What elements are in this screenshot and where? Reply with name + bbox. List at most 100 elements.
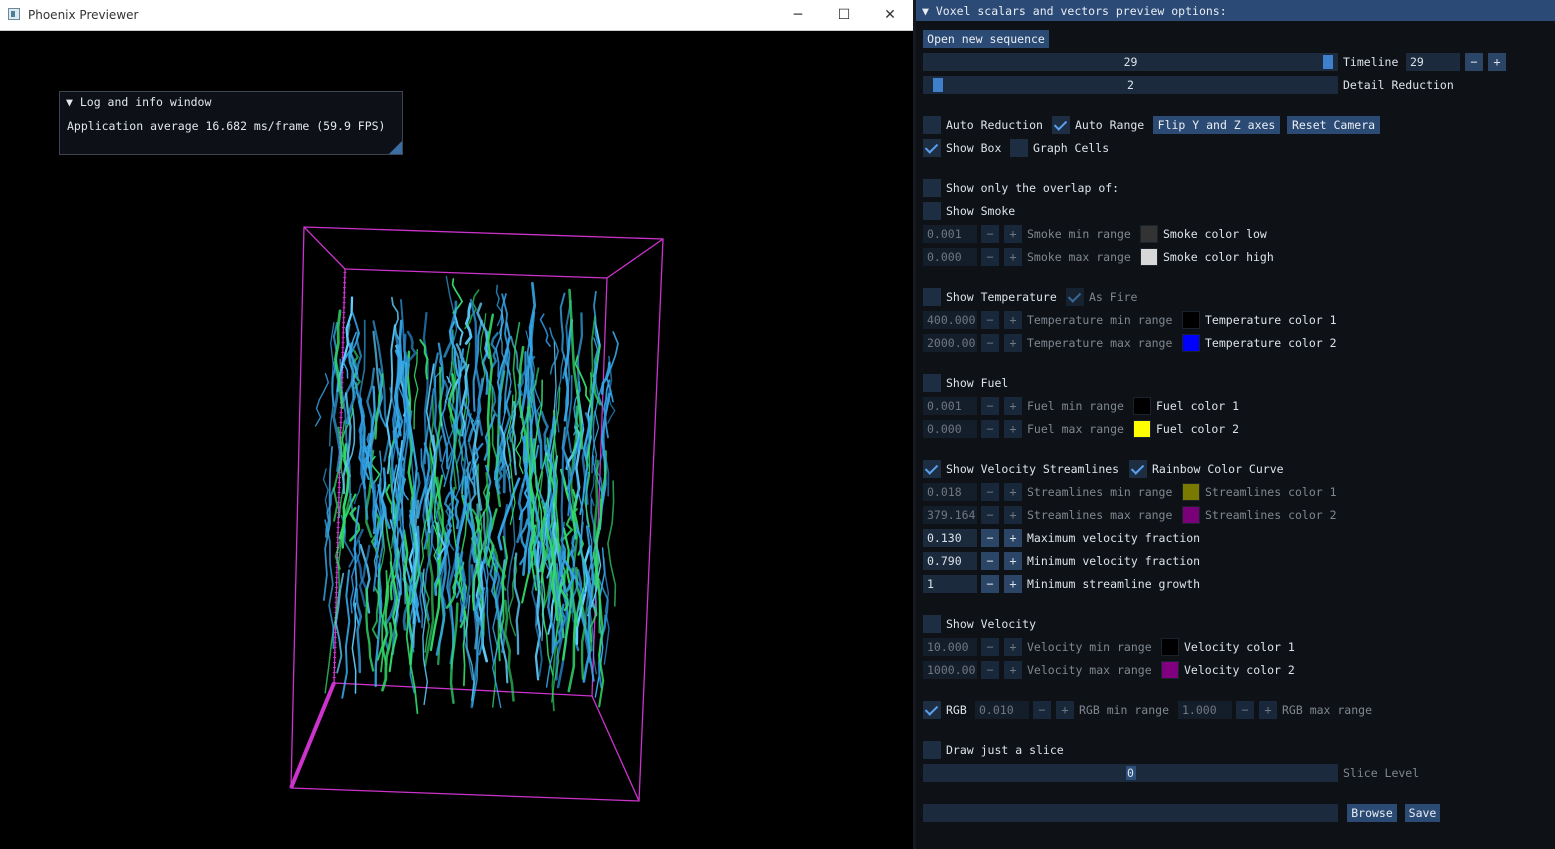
temperature-color-1-swatch[interactable] bbox=[1182, 311, 1200, 329]
velocity-min-increment[interactable]: + bbox=[1004, 638, 1022, 656]
min-streamline-growth-increment[interactable]: + bbox=[1004, 575, 1022, 593]
show-box-checkbox[interactable] bbox=[923, 139, 941, 157]
open-sequence-button[interactable]: Open new sequence bbox=[923, 30, 1049, 48]
maximize-button[interactable]: ☐ bbox=[821, 0, 867, 30]
max-velocity-fraction-increment[interactable]: + bbox=[1004, 529, 1022, 547]
smoke-min-input[interactable]: 0.001 bbox=[923, 225, 977, 243]
log-info-window[interactable]: ▼ Log and info window Application averag… bbox=[59, 91, 403, 155]
fuel-max-input[interactable]: 0.000 bbox=[923, 420, 977, 438]
smoke-max-decrement[interactable]: − bbox=[981, 248, 999, 266]
draw-slice-checkbox[interactable] bbox=[923, 741, 941, 759]
streamlines-color-1-label: Streamlines color 1 bbox=[1205, 485, 1337, 499]
temperature-color-2-swatch[interactable] bbox=[1182, 334, 1200, 352]
temperature-max-increment[interactable]: + bbox=[1004, 334, 1022, 352]
browse-button[interactable]: Browse bbox=[1347, 804, 1397, 822]
max-velocity-fraction-decrement[interactable]: − bbox=[981, 529, 999, 547]
fuel-max-decrement[interactable]: − bbox=[981, 420, 999, 438]
timeline-decrement-button[interactable]: − bbox=[1465, 53, 1483, 71]
temperature-max-input[interactable]: 2000.00 bbox=[923, 334, 977, 352]
close-button[interactable]: ✕ bbox=[867, 0, 913, 30]
options-panel[interactable]: ▼ Voxel scalars and vectors preview opti… bbox=[916, 0, 1555, 849]
show-smoke-checkbox[interactable] bbox=[923, 202, 941, 220]
fuel-min-decrement[interactable]: − bbox=[981, 397, 999, 415]
velocity-min-input[interactable]: 10.000 bbox=[923, 638, 977, 656]
show-streamlines-label: Show Velocity Streamlines bbox=[946, 462, 1120, 476]
overlap-checkbox[interactable] bbox=[923, 179, 941, 197]
min-velocity-fraction-decrement[interactable]: − bbox=[981, 552, 999, 570]
show-streamlines-checkbox[interactable] bbox=[923, 460, 941, 478]
smoke-color-high-swatch[interactable] bbox=[1140, 248, 1158, 266]
window-titlebar[interactable]: Phoenix Previewer ─ ☐ ✕ bbox=[0, 0, 913, 31]
rgb-min-input[interactable]: 0.010 bbox=[975, 701, 1029, 719]
auto-range-checkbox[interactable] bbox=[1052, 116, 1070, 134]
voxel-visualization[interactable] bbox=[285, 220, 675, 810]
velocity-max-increment[interactable]: + bbox=[1004, 661, 1022, 679]
show-velocity-checkbox[interactable] bbox=[923, 615, 941, 633]
streamlines-min-input[interactable]: 0.018 bbox=[923, 483, 977, 501]
smoke-min-increment[interactable]: + bbox=[1004, 225, 1022, 243]
velocity-max-input[interactable]: 1000.00 bbox=[923, 661, 977, 679]
panel-header[interactable]: ▼ Voxel scalars and vectors preview opti… bbox=[916, 0, 1555, 21]
temperature-min-increment[interactable]: + bbox=[1004, 311, 1022, 329]
auto-reduction-checkbox[interactable] bbox=[923, 116, 941, 134]
smoke-min-decrement[interactable]: − bbox=[981, 225, 999, 243]
temperature-min-decrement[interactable]: − bbox=[981, 311, 999, 329]
velocity-max-decrement[interactable]: − bbox=[981, 661, 999, 679]
timeline-input[interactable]: 29 bbox=[1406, 53, 1460, 71]
resize-grip[interactable] bbox=[389, 141, 402, 154]
detail-reduction-slider[interactable]: 2 bbox=[923, 76, 1338, 94]
fuel-min-increment[interactable]: + bbox=[1004, 397, 1022, 415]
streamlines-color-1-swatch[interactable] bbox=[1182, 483, 1200, 501]
min-streamline-growth-decrement[interactable]: − bbox=[981, 575, 999, 593]
minimize-button[interactable]: ─ bbox=[775, 0, 821, 30]
fuel-max-increment[interactable]: + bbox=[1004, 420, 1022, 438]
fps-readout: Application average 16.682 ms/frame (59.… bbox=[67, 119, 386, 133]
rgb-checkbox[interactable] bbox=[923, 701, 941, 719]
detail-reduction-label: Detail Reduction bbox=[1343, 78, 1454, 92]
fuel-color-1-swatch[interactable] bbox=[1133, 397, 1151, 415]
streamlines-color-2-swatch[interactable] bbox=[1182, 506, 1200, 524]
smoke-color-low-label: Smoke color low bbox=[1163, 227, 1267, 241]
streamlines-min-decrement[interactable]: − bbox=[981, 483, 999, 501]
fuel-color-2-swatch[interactable] bbox=[1133, 420, 1151, 438]
velocity-color-1-swatch[interactable] bbox=[1161, 638, 1179, 656]
max-velocity-fraction-input[interactable]: 0.130 bbox=[923, 529, 977, 547]
timeline-slider[interactable]: 29 bbox=[923, 53, 1338, 71]
fuel-min-input[interactable]: 0.001 bbox=[923, 397, 977, 415]
smoke-max-input[interactable]: 0.000 bbox=[923, 248, 977, 266]
rainbow-curve-checkbox[interactable] bbox=[1129, 460, 1147, 478]
streamlines-min-increment[interactable]: + bbox=[1004, 483, 1022, 501]
rgb-max-increment[interactable]: + bbox=[1259, 701, 1277, 719]
viewport-window[interactable]: Phoenix Previewer ─ ☐ ✕ ▼ Log and info w… bbox=[0, 0, 913, 849]
flip-axes-button[interactable]: Flip Y and Z axes bbox=[1153, 116, 1280, 134]
streamlines-max-decrement[interactable]: − bbox=[981, 506, 999, 524]
show-temperature-checkbox[interactable] bbox=[923, 288, 941, 306]
streamlines-max-input[interactable]: 379.164 bbox=[923, 506, 977, 524]
graph-cells-checkbox[interactable] bbox=[1010, 139, 1028, 157]
rgb-min-decrement[interactable]: − bbox=[1033, 701, 1051, 719]
save-button[interactable]: Save bbox=[1405, 804, 1440, 822]
min-velocity-fraction-increment[interactable]: + bbox=[1004, 552, 1022, 570]
velocity-min-decrement[interactable]: − bbox=[981, 638, 999, 656]
slice-level-slider[interactable]: 0 bbox=[923, 764, 1338, 782]
timeline-increment-button[interactable]: + bbox=[1488, 53, 1506, 71]
temperature-min-input[interactable]: 400.000 bbox=[923, 311, 977, 329]
rgb-min-increment[interactable]: + bbox=[1056, 701, 1074, 719]
rgb-max-input[interactable]: 1.000 bbox=[1178, 701, 1232, 719]
streamline bbox=[341, 569, 351, 699]
smoke-color-low-swatch[interactable] bbox=[1140, 225, 1158, 243]
smoke-max-increment[interactable]: + bbox=[1004, 248, 1022, 266]
streamline bbox=[607, 480, 617, 607]
show-fuel-checkbox[interactable] bbox=[923, 374, 941, 392]
log-window-header[interactable]: ▼ Log and info window bbox=[66, 95, 211, 109]
min-streamline-growth-input[interactable]: 1 bbox=[923, 575, 977, 593]
streamlines-max-increment[interactable]: + bbox=[1004, 506, 1022, 524]
temperature-max-decrement[interactable]: − bbox=[981, 334, 999, 352]
reset-camera-button[interactable]: Reset Camera bbox=[1287, 116, 1380, 134]
min-velocity-fraction-input[interactable]: 0.790 bbox=[923, 552, 977, 570]
path-input[interactable] bbox=[923, 804, 1338, 822]
rgb-max-decrement[interactable]: − bbox=[1236, 701, 1254, 719]
velocity-color-2-swatch[interactable] bbox=[1161, 661, 1179, 679]
min-velocity-fraction-label: Minimum velocity fraction bbox=[1027, 554, 1201, 568]
as-fire-checkbox[interactable] bbox=[1066, 288, 1084, 306]
